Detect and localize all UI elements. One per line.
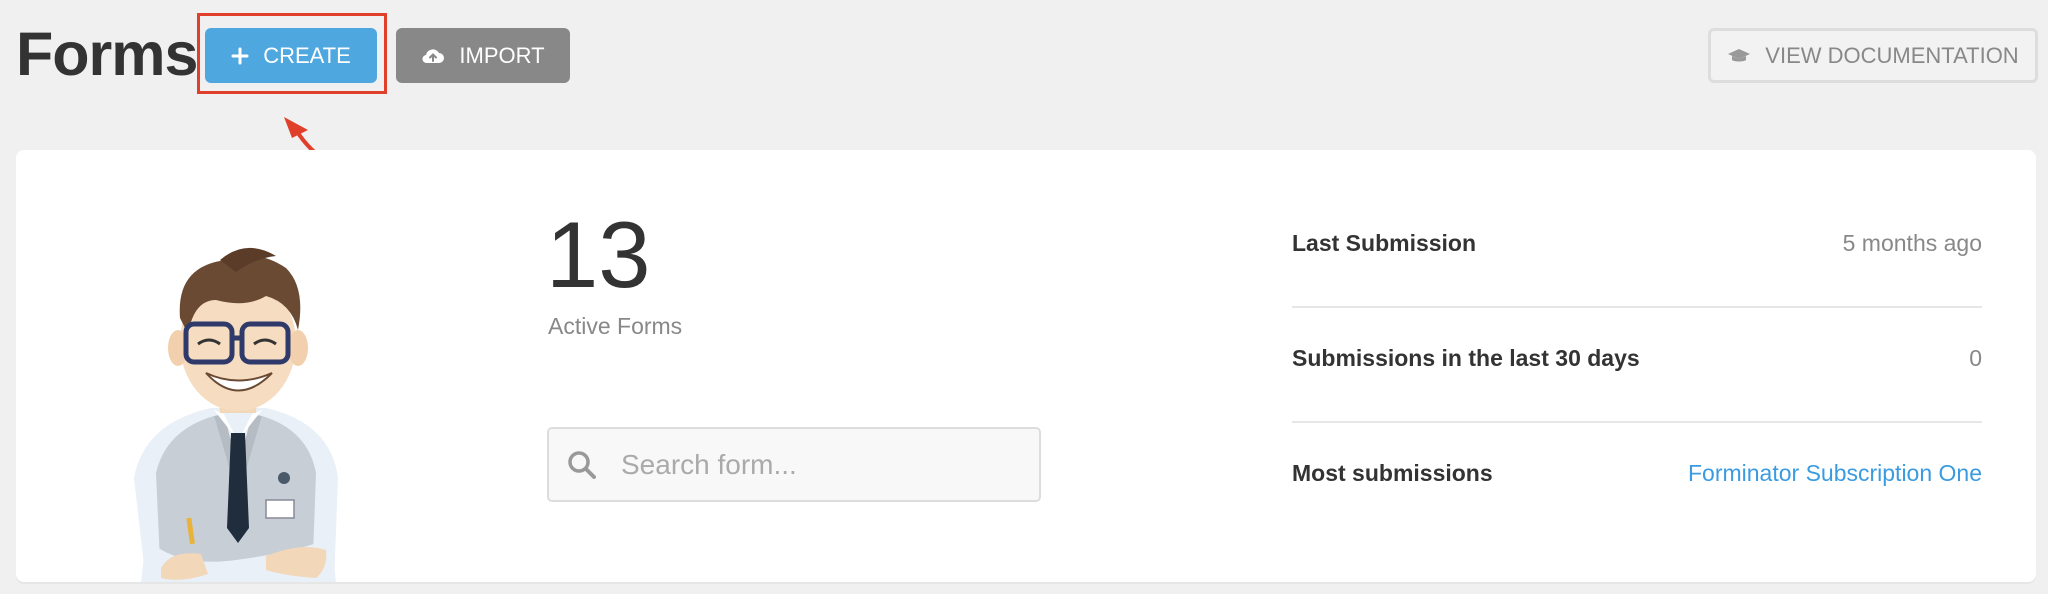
summary-value: 5 months ago (1842, 230, 1982, 256)
active-forms-label: Active Forms (548, 313, 683, 339)
search-box[interactable] (547, 427, 1041, 502)
summary-row-most-submissions: Most submissions Forminator Subscription… (1292, 416, 1982, 531)
summary-row-last-submission: Last Submission 5 months ago (1292, 186, 1982, 301)
plus-icon (231, 47, 249, 65)
summary-label: Most submissions (1292, 460, 1493, 486)
view-documentation-button[interactable]: VIEW DOCUMENTATION (1708, 28, 2038, 83)
most-submissions-link[interactable]: Forminator Subscription One (1688, 460, 1982, 487)
summary-label: Submissions in the last 30 days (1292, 345, 1640, 371)
import-button-label: IMPORT (459, 42, 545, 68)
graduation-cap-icon (1727, 47, 1751, 65)
page-title: Forms (16, 20, 198, 88)
summary-value: 0 (1969, 345, 1982, 371)
search-icon (567, 450, 597, 480)
search-input[interactable] (619, 447, 1023, 482)
mascot-illustration (134, 247, 338, 582)
view-documentation-label: VIEW DOCUMENTATION (1765, 42, 2019, 68)
create-button-label: CREATE (263, 42, 351, 68)
summary-label: Last Submission (1292, 230, 1477, 256)
import-button[interactable]: IMPORT (396, 28, 570, 83)
create-button[interactable]: CREATE (205, 28, 377, 83)
cloud-upload-icon (421, 47, 445, 65)
active-forms-count: 13 (546, 202, 651, 307)
summary-row-last-30-days: Submissions in the last 30 days 0 (1292, 301, 1982, 416)
forms-summary-card: 13 Active Forms Last Submission 5 months… (16, 150, 2036, 582)
